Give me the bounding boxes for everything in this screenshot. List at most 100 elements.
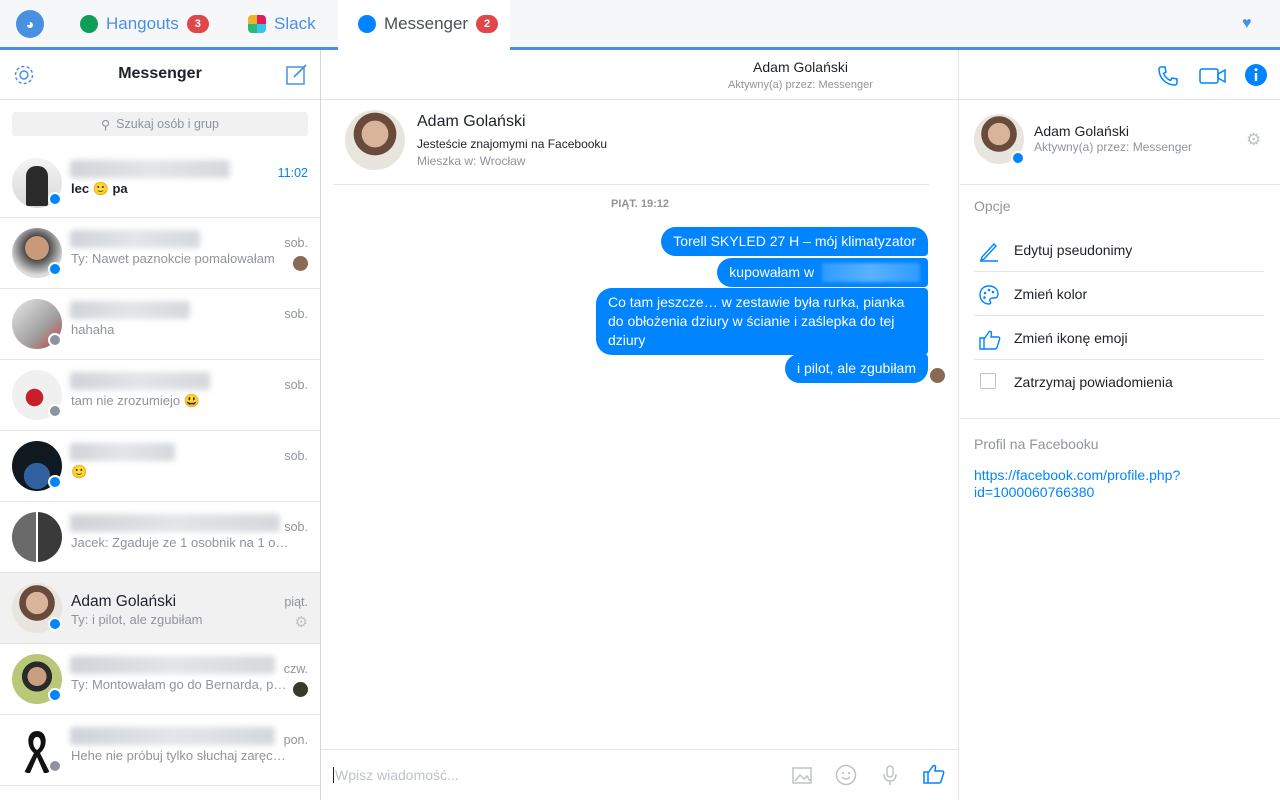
profile-avatar[interactable] (345, 110, 405, 170)
mute-checkbox[interactable] (980, 373, 996, 389)
tab-label: Messenger (384, 13, 469, 33)
chat-profile-card: Adam Golański Jesteście znajomymi na Fac… (333, 110, 929, 185)
conversation-time: piąt. (284, 595, 308, 609)
messenger-badge-icon (1011, 151, 1025, 165)
message-composer[interactable]: Wpisz wiadomość... (321, 749, 959, 800)
details-status: Aktywny(a) przez: Messenger (1034, 140, 1193, 154)
conversation-snippet: Ty: i pilot, ale zgubiłam (71, 612, 203, 627)
search-placeholder: Szukaj osób i grup (116, 117, 219, 131)
chat-pane: Adam Golański Jesteście znajomymi na Fac… (321, 50, 959, 800)
facebook-badge-icon (48, 759, 62, 773)
conversation-sidebar: Messenger ⚲ Szukaj osób i grup lec 🙂 pa … (0, 50, 321, 800)
conversation-item[interactable]: Jacek: Zgaduje ze 1 osobnik na 1 o… sob. (0, 502, 320, 573)
tab-messenger[interactable]: Messenger 2 (338, 0, 510, 50)
tab-label: Hangouts (106, 13, 179, 33)
image-upload-icon[interactable] (791, 764, 813, 786)
option-change-color[interactable]: Zmień kolor (974, 272, 1264, 316)
search-input[interactable]: ⚲ Szukaj osób i grup (12, 112, 308, 136)
profile-location: Mieszka w: Wrocław (417, 154, 526, 168)
tab-label: Slack (274, 13, 316, 33)
conversation-snippet: tam nie zrozumiejo 😃 (71, 393, 200, 408)
phone-call-icon[interactable] (1156, 64, 1180, 88)
blurred-name (70, 656, 275, 674)
option-change-emoji[interactable]: Zmień ikonę emoji (974, 316, 1264, 360)
facebook-profile-link[interactable]: https://facebook.com/profile.php?id=1000… (974, 467, 1234, 501)
conversation-item[interactable]: Ty: Montowałam go do Bernarda, p… czw. (0, 644, 320, 715)
conversation-settings-gear-icon[interactable]: ⚙ (295, 613, 308, 631)
option-mute-notifications[interactable]: Zatrzymaj powiadomienia (974, 360, 1264, 404)
conversation-item[interactable]: tam nie zrozumiejo 😃 sob. (0, 360, 320, 431)
sidebar-header: Messenger (0, 50, 320, 100)
slack-icon (248, 14, 266, 33)
conversation-snippet: Jacek: Zgaduje ze 1 osobnik na 1 o… (71, 535, 289, 550)
profile-friends-status: Jesteście znajomymi na Facebooku (417, 137, 608, 151)
conversation-snippet: Ty: Nawet paznokcie pomalowałam (71, 251, 275, 266)
seen-avatar-icon (293, 256, 308, 271)
messenger-badge-icon (48, 475, 62, 489)
message-bubble[interactable]: Co tam jeszcze… w zestawie była rurka, p… (596, 288, 928, 355)
seen-avatar-icon (293, 682, 308, 697)
message-bubble[interactable]: kupowałam w (717, 258, 928, 287)
option-label: Zatrzymaj powiadomienia (1014, 374, 1173, 390)
blurred-name (70, 514, 280, 532)
blurred-name (70, 301, 190, 319)
conversation-time: 11:02 (277, 166, 308, 180)
conversation-item[interactable]: lec 🙂 pa 11:02 (0, 148, 320, 218)
tab-hangouts[interactable]: Hangouts 3 (80, 0, 209, 47)
palette-icon (978, 284, 1000, 306)
conversation-item[interactable]: hahaha sob. (0, 289, 320, 360)
messenger-badge-icon (48, 688, 62, 702)
video-call-icon[interactable] (1199, 64, 1227, 88)
microphone-icon[interactable] (880, 764, 900, 786)
messenger-icon (358, 14, 376, 33)
heart-icon[interactable]: ♥ (1242, 15, 1252, 33)
message-bubble[interactable]: i pilot, ale zgubiłam (784, 354, 928, 383)
search-icon: ⚲ (101, 117, 111, 132)
divider (960, 184, 1280, 185)
sidebar-title: Messenger (118, 65, 202, 82)
details-gear-icon[interactable]: ⚙ (1246, 130, 1261, 150)
blurred-name (70, 727, 275, 745)
conversation-time: sob. (284, 307, 308, 321)
option-label: Zmień ikonę emoji (1014, 330, 1128, 346)
conversation-snippet: 🙂 (71, 464, 88, 479)
emoji-icon[interactable] (835, 764, 857, 786)
pencil-icon (978, 240, 1000, 262)
conversation-name: Adam Golański (71, 593, 177, 610)
read-receipt-avatar (930, 368, 945, 383)
tab-slack[interactable]: Slack (248, 0, 316, 47)
conversation-item[interactable]: 🙂 sob. (0, 431, 320, 502)
messenger-badge-icon (48, 192, 62, 206)
messenger-badge-icon (48, 617, 62, 631)
facebook-badge-icon (48, 333, 62, 347)
like-thumb-icon (978, 328, 1001, 350)
message-bubble[interactable]: Torell SKYLED 27 H – mój klimatyzator (661, 227, 928, 256)
conversation-snippet: lec 🙂 pa (71, 181, 128, 196)
tab-badge: 2 (476, 14, 499, 33)
conversation-item-selected[interactable]: Adam Golański Ty: i pilot, ale zgubiłam … (0, 573, 320, 644)
details-name: Adam Golański (1034, 123, 1129, 139)
message-text: kupowałam w (729, 264, 815, 280)
options-label: Opcje (974, 198, 1011, 214)
blurred-name (70, 372, 210, 390)
conversation-time: czw. (283, 662, 308, 676)
info-icon[interactable] (1244, 63, 1268, 87)
app-logo-icon[interactable]: ◕ (16, 10, 44, 38)
compose-icon[interactable] (285, 62, 309, 86)
redacted-text (822, 263, 920, 282)
profile-name: Adam Golański (417, 113, 526, 130)
conversation-time: sob. (284, 378, 308, 392)
option-label: Zmień kolor (1014, 286, 1088, 302)
option-edit-nicknames[interactable]: Edytuj pseudonimy (974, 228, 1264, 272)
like-thumb-icon[interactable] (922, 762, 946, 786)
conversation-item[interactable]: Hehe nie próbuj tylko słuchaj zaręc… pon… (0, 715, 320, 786)
conversation-item[interactable]: Ty: Nawet paznokcie pomalowałam sob. (0, 218, 320, 289)
conversation-snippet: hahaha (71, 322, 115, 337)
messenger-badge-icon (48, 262, 62, 276)
conversation-time: sob. (284, 236, 308, 250)
message-input[interactable]: Wpisz wiadomość... (333, 767, 459, 783)
conversation-snippet: Ty: Montowałam go do Bernarda, p… (71, 677, 287, 692)
conversation-snippet: Hehe nie próbuj tylko słuchaj zaręc… (71, 748, 286, 763)
conversation-time: sob. (284, 449, 308, 463)
hangouts-icon (80, 14, 98, 33)
